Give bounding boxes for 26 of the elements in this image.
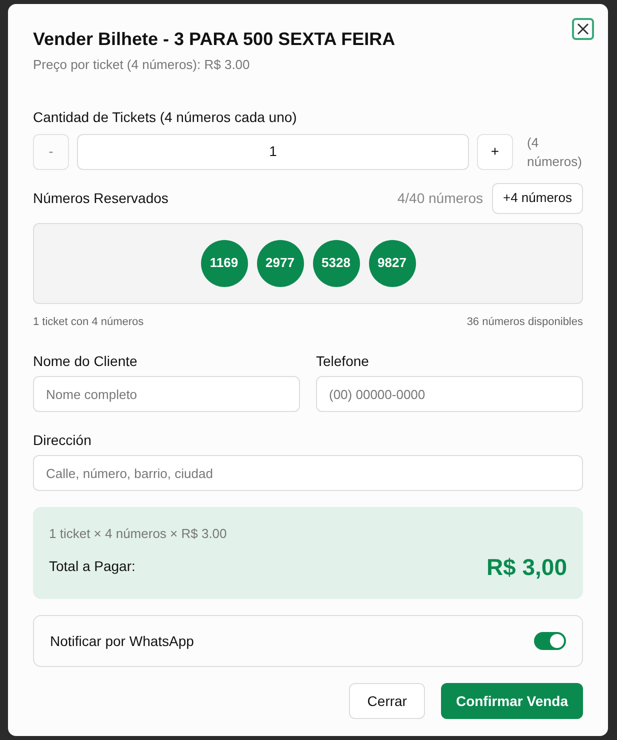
quantity-field[interactable]: 1 xyxy=(77,134,469,170)
close-text-button[interactable]: Cerrar xyxy=(349,683,425,719)
total-label: Total a Pagar: xyxy=(49,557,136,576)
field-label: Nome do Cliente xyxy=(33,352,138,371)
increment-button[interactable]: + xyxy=(477,134,513,170)
field-label: Dirección xyxy=(33,431,92,450)
text-field[interactable]: (00) 00000-0000 xyxy=(316,376,583,412)
section-label: Números Reservados xyxy=(33,188,170,208)
price-formula: 1 ticket × 4 números × R$ 3.00 xyxy=(49,525,228,543)
close-button[interactable] xyxy=(572,18,594,40)
confirm-button[interactable]: Confirmar Venda xyxy=(440,683,583,719)
close-icon xyxy=(577,23,589,35)
total-amount: R$ 3,00 xyxy=(486,552,567,582)
toggle-label: Notificar por WhatsApp xyxy=(50,632,194,651)
text-field[interactable]: Nome completo xyxy=(33,376,300,412)
field-label: Cantidad de Tickets (4 números cada uno) xyxy=(33,108,298,127)
field-label: Telefone xyxy=(316,352,370,371)
dialog-subtitle: Preço por ticket (4 números): R$ 3.00 xyxy=(33,56,251,74)
available-note: 36 números disponibles xyxy=(466,314,583,330)
text-field[interactable]: Calle, número, barrio, ciudad xyxy=(33,455,583,491)
quantity-note: (4 números) xyxy=(526,134,583,170)
number-count: 4/40 números xyxy=(397,188,483,208)
add-numbers-button[interactable]: +4 números xyxy=(492,182,583,214)
whatsapp-toggle[interactable] xyxy=(534,632,566,650)
dialog-title: Vender Bilhete - 3 PARA 500 SEXTA FEIRA xyxy=(33,28,396,51)
ticket-note: 1 ticket con 4 números xyxy=(33,314,144,330)
